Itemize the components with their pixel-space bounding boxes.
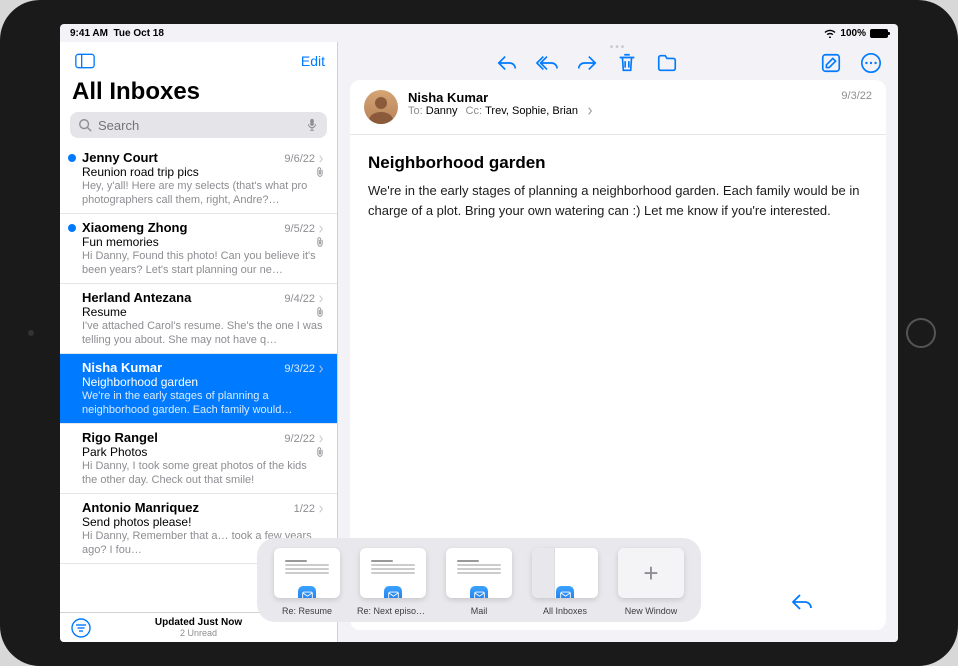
msg-subject: Send photos please! bbox=[82, 515, 191, 529]
msg-preview: I've attached Carol's resume. She's the … bbox=[82, 319, 325, 347]
msg-date: 9/3/22 bbox=[284, 363, 325, 375]
shelf-label: New Window bbox=[625, 606, 678, 616]
msg-subject: Neighborhood garden bbox=[82, 375, 198, 389]
mail-date: 9/3/22 bbox=[841, 90, 872, 102]
msg-preview: Hi Danny, I took some great photos of th… bbox=[82, 459, 325, 487]
shelf-thumb: + bbox=[618, 548, 684, 598]
msg-preview: We're in the early stages of planning a … bbox=[82, 389, 325, 417]
search-icon bbox=[78, 118, 92, 132]
shelf-item[interactable]: All Inboxes bbox=[529, 548, 601, 616]
msg-date: 9/2/22 bbox=[284, 433, 325, 445]
msg-subject: Reunion road trip pics bbox=[82, 165, 199, 179]
shelf-item[interactable]: Re: Resume bbox=[271, 548, 343, 616]
msg-sender: Herland Antezana bbox=[82, 290, 191, 305]
shelf-item[interactable]: + New Window bbox=[615, 548, 687, 616]
msg-sender: Xiaomeng Zhong bbox=[82, 220, 187, 235]
wifi-icon bbox=[824, 28, 836, 38]
message-row[interactable]: Jenny Court 9/6/22 Reunion road trip pics… bbox=[60, 144, 337, 214]
chevron-right-icon bbox=[317, 155, 325, 163]
home-button[interactable] bbox=[906, 318, 936, 348]
chevron-right-icon bbox=[317, 225, 325, 233]
chevron-right-icon bbox=[317, 435, 325, 443]
unread-dot-icon bbox=[68, 154, 76, 162]
shelf-label: Mail bbox=[471, 606, 488, 616]
message-row[interactable]: Herland Antezana 9/4/22 ResumeI've attach… bbox=[60, 284, 337, 354]
mail-app-badge-icon bbox=[384, 586, 402, 598]
search-input[interactable] bbox=[92, 118, 305, 133]
shelf-label: Re: Next episode's g… bbox=[357, 606, 429, 616]
shelf-thumb bbox=[274, 548, 340, 598]
filter-button[interactable] bbox=[70, 617, 92, 639]
msg-preview: Hi Danny, Found this photo! Can you beli… bbox=[82, 249, 325, 277]
sender-avatar[interactable] bbox=[364, 90, 398, 124]
shelf-item[interactable]: Mail bbox=[443, 548, 515, 616]
status-bar: 9:41 AM Tue Oct 18 100% bbox=[60, 24, 898, 42]
msg-subject: Fun memories bbox=[82, 235, 159, 249]
floating-reply-icon[interactable] bbox=[790, 590, 814, 614]
msg-date: 9/4/22 bbox=[284, 293, 325, 305]
msg-date: 1/22 bbox=[294, 503, 325, 515]
msg-sender: Jenny Court bbox=[82, 150, 158, 165]
edit-button[interactable]: Edit bbox=[301, 53, 325, 69]
mail-from[interactable]: Nisha Kumar bbox=[408, 90, 841, 105]
shelf-item[interactable]: Re: Next episode's g… bbox=[357, 548, 429, 616]
sidebar-toggle-button[interactable] bbox=[72, 48, 98, 74]
mail-app-badge-icon bbox=[298, 586, 316, 598]
mail-app-badge-icon bbox=[470, 586, 488, 598]
reply-all-button[interactable] bbox=[536, 52, 558, 74]
chevron-right-icon bbox=[317, 365, 325, 373]
attachment-icon bbox=[315, 447, 325, 457]
msg-sender: Nisha Kumar bbox=[82, 360, 162, 375]
footer-unread: 2 Unread bbox=[155, 628, 242, 638]
compose-button[interactable] bbox=[820, 52, 842, 74]
mic-icon[interactable] bbox=[305, 118, 319, 132]
message-row[interactable]: Nisha Kumar 9/3/22 Neighborhood gardenWe'… bbox=[60, 354, 337, 424]
mail-cc[interactable]: Trev, Sophie, Brian bbox=[485, 105, 578, 117]
unread-dot-icon bbox=[68, 224, 76, 232]
footer-updated: Updated Just Now bbox=[155, 617, 242, 628]
mail-app-badge-icon bbox=[556, 586, 574, 598]
mail-body: We're in the early stages of planning a … bbox=[350, 181, 886, 240]
msg-subject: Park Photos bbox=[82, 445, 147, 459]
shelf-label: Re: Resume bbox=[282, 606, 332, 616]
more-button[interactable] bbox=[860, 52, 882, 74]
shelf-thumb bbox=[360, 548, 426, 598]
plus-icon: + bbox=[643, 558, 658, 589]
forward-button[interactable] bbox=[576, 52, 598, 74]
battery-icon bbox=[870, 29, 888, 38]
attachment-icon bbox=[315, 167, 325, 177]
app-shelf[interactable]: Re: Resume Re: Next episode's g… Mail All I… bbox=[257, 538, 701, 622]
chevron-right-icon[interactable] bbox=[586, 107, 594, 115]
attachment-icon bbox=[315, 307, 325, 317]
trash-button[interactable] bbox=[616, 52, 638, 74]
message-row[interactable]: Rigo Rangel 9/2/22 Park PhotosHi Danny, I… bbox=[60, 424, 337, 494]
shelf-thumb bbox=[532, 548, 598, 598]
msg-date: 9/6/22 bbox=[284, 153, 325, 165]
message-row[interactable]: Xiaomeng Zhong 9/5/22 Fun memoriesHi Dann… bbox=[60, 214, 337, 284]
msg-subject: Resume bbox=[82, 305, 127, 319]
attachment-icon bbox=[315, 237, 325, 247]
shelf-label: All Inboxes bbox=[543, 606, 587, 616]
mail-to[interactable]: Danny bbox=[426, 105, 458, 117]
status-time: 9:41 AM bbox=[70, 28, 108, 39]
msg-preview: Hey, y'all! Here are my selects (that's … bbox=[82, 179, 325, 207]
search-field[interactable] bbox=[70, 112, 327, 138]
mail-subject: Neighborhood garden bbox=[350, 135, 886, 181]
chevron-right-icon bbox=[317, 295, 325, 303]
chevron-right-icon bbox=[317, 505, 325, 513]
status-date: Tue Oct 18 bbox=[114, 28, 164, 39]
sidebar-title: All Inboxes bbox=[60, 78, 337, 112]
grab-handle[interactable]: ••• bbox=[338, 42, 898, 52]
move-button[interactable] bbox=[656, 52, 678, 74]
msg-sender: Antonio Manriquez bbox=[82, 500, 199, 515]
msg-sender: Rigo Rangel bbox=[82, 430, 158, 445]
battery-percent: 100% bbox=[840, 28, 866, 39]
shelf-thumb bbox=[446, 548, 512, 598]
reply-button[interactable] bbox=[496, 52, 518, 74]
msg-date: 9/5/22 bbox=[284, 223, 325, 235]
